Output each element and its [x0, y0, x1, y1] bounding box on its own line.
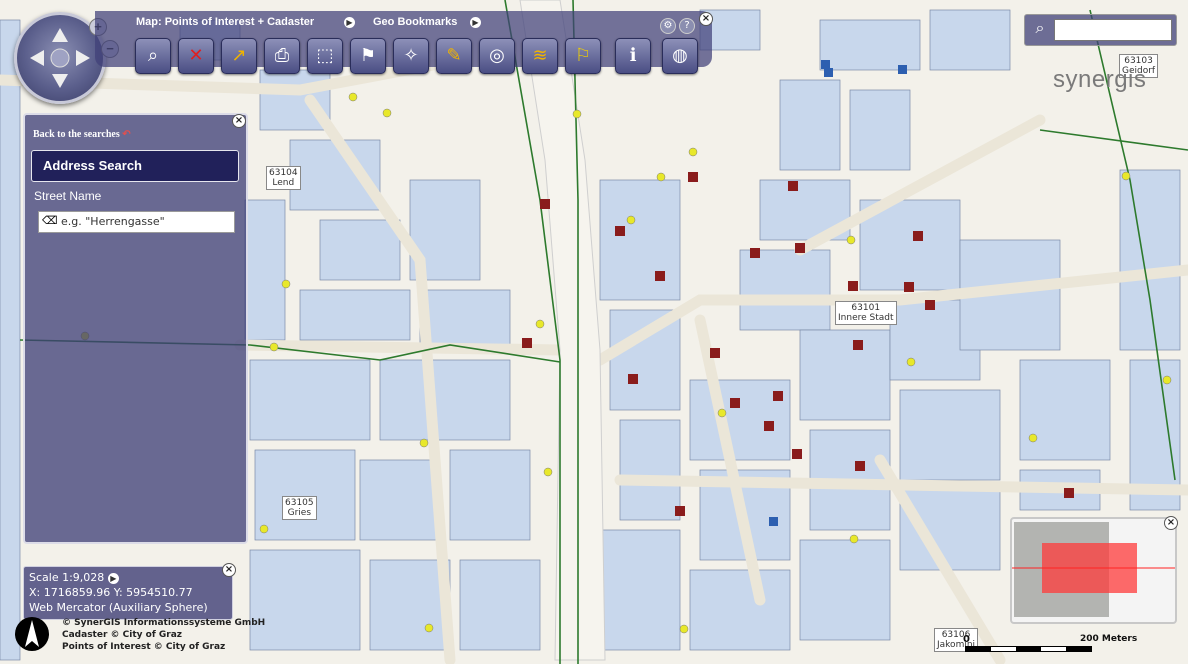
overview-map[interactable]: ×	[1010, 516, 1178, 624]
scalebar-zero: 0	[963, 634, 970, 645]
pencil-icon[interactable]: ✎	[436, 38, 472, 74]
district-label: 63105 Gries	[282, 496, 317, 520]
chart-icon[interactable]: ↗	[221, 38, 257, 74]
clear-selection-icon[interactable]: ✕	[178, 38, 214, 74]
scale-text: Scale 1:9,028 ▶	[29, 571, 119, 584]
eraser-icon[interactable]: ⌫	[42, 214, 58, 227]
street-name-label: Street Name	[34, 189, 102, 203]
flag-icon[interactable]: ⚐	[565, 38, 601, 74]
street-name-input[interactable]: ⌫ e.g. "Herrengasse"	[38, 211, 235, 233]
quick-search-input[interactable]	[1054, 19, 1172, 41]
settings-icon[interactable]: ⚙	[660, 18, 676, 34]
address-search-header: Address Search	[31, 150, 239, 182]
toolbar-close-icon[interactable]: ×	[699, 12, 713, 26]
map-export-icon[interactable]: ⬚	[307, 38, 343, 74]
overview-close-icon[interactable]: ×	[1164, 516, 1178, 530]
coordinates-text: X: 1716859.96 Y: 5954510.77	[29, 586, 193, 599]
help-icon[interactable]: ?	[679, 18, 695, 34]
language-flag-icon[interactable]: ⚑	[350, 38, 386, 74]
scalebar-label: 200 Meters	[1080, 634, 1138, 644]
projection-text: Web Mercator (Auxiliary Sphere)	[29, 601, 208, 614]
panel-close-icon[interactable]: ×	[232, 114, 246, 128]
binoculars-icon[interactable]: ⌕	[135, 38, 171, 74]
bookmarks-arrow-icon[interactable]: ▶	[470, 17, 481, 28]
main-toolbar: Map: Points of Interest + Cadaster ▶ Geo…	[95, 11, 713, 74]
compass-icon[interactable]: ✧	[393, 38, 429, 74]
address-search-panel: × Back to the searches ↶ Address Search …	[23, 113, 248, 544]
print-icon[interactable]: ⎙	[264, 38, 300, 74]
map-menu-arrow-icon[interactable]: ▶	[344, 17, 355, 28]
scale-menu-arrow-icon[interactable]: ▶	[107, 573, 119, 584]
info-icon[interactable]: ℹ	[615, 38, 651, 74]
map-layers-icon[interactable]: ≋	[522, 38, 558, 74]
copyright-credits: © SynerGIS Informationssysteme GmbH Cada…	[62, 618, 266, 652]
zoom-search-icon[interactable]: ◎	[479, 38, 515, 74]
undo-arrow-icon: ↶	[122, 129, 131, 140]
scale-close-icon[interactable]: ×	[222, 563, 236, 577]
district-label: 63101 Innere Stadt	[835, 301, 897, 325]
globe-window-icon[interactable]: ◍	[662, 38, 698, 74]
scalebar	[965, 646, 1092, 652]
district-label: 63104 Lend	[266, 166, 301, 190]
geo-bookmarks-menu[interactable]: Geo Bookmarks	[373, 16, 457, 28]
scale-coordinates-panel: Scale 1:9,028 ▶ X: 1716859.96 Y: 5954510…	[23, 563, 236, 620]
back-to-searches-link[interactable]: Back to the searches ↶	[33, 129, 131, 140]
synergis-logo: synergis	[1053, 66, 1147, 93]
north-arrow-icon	[15, 617, 49, 651]
magnifier-icon[interactable]: ⌕	[1030, 19, 1050, 39]
map-menu[interactable]: Map: Points of Interest + Cadaster	[136, 16, 314, 28]
street-name-placeholder: e.g. "Herrengasse"	[61, 215, 165, 228]
quick-search-box: ⌕	[1024, 14, 1177, 46]
